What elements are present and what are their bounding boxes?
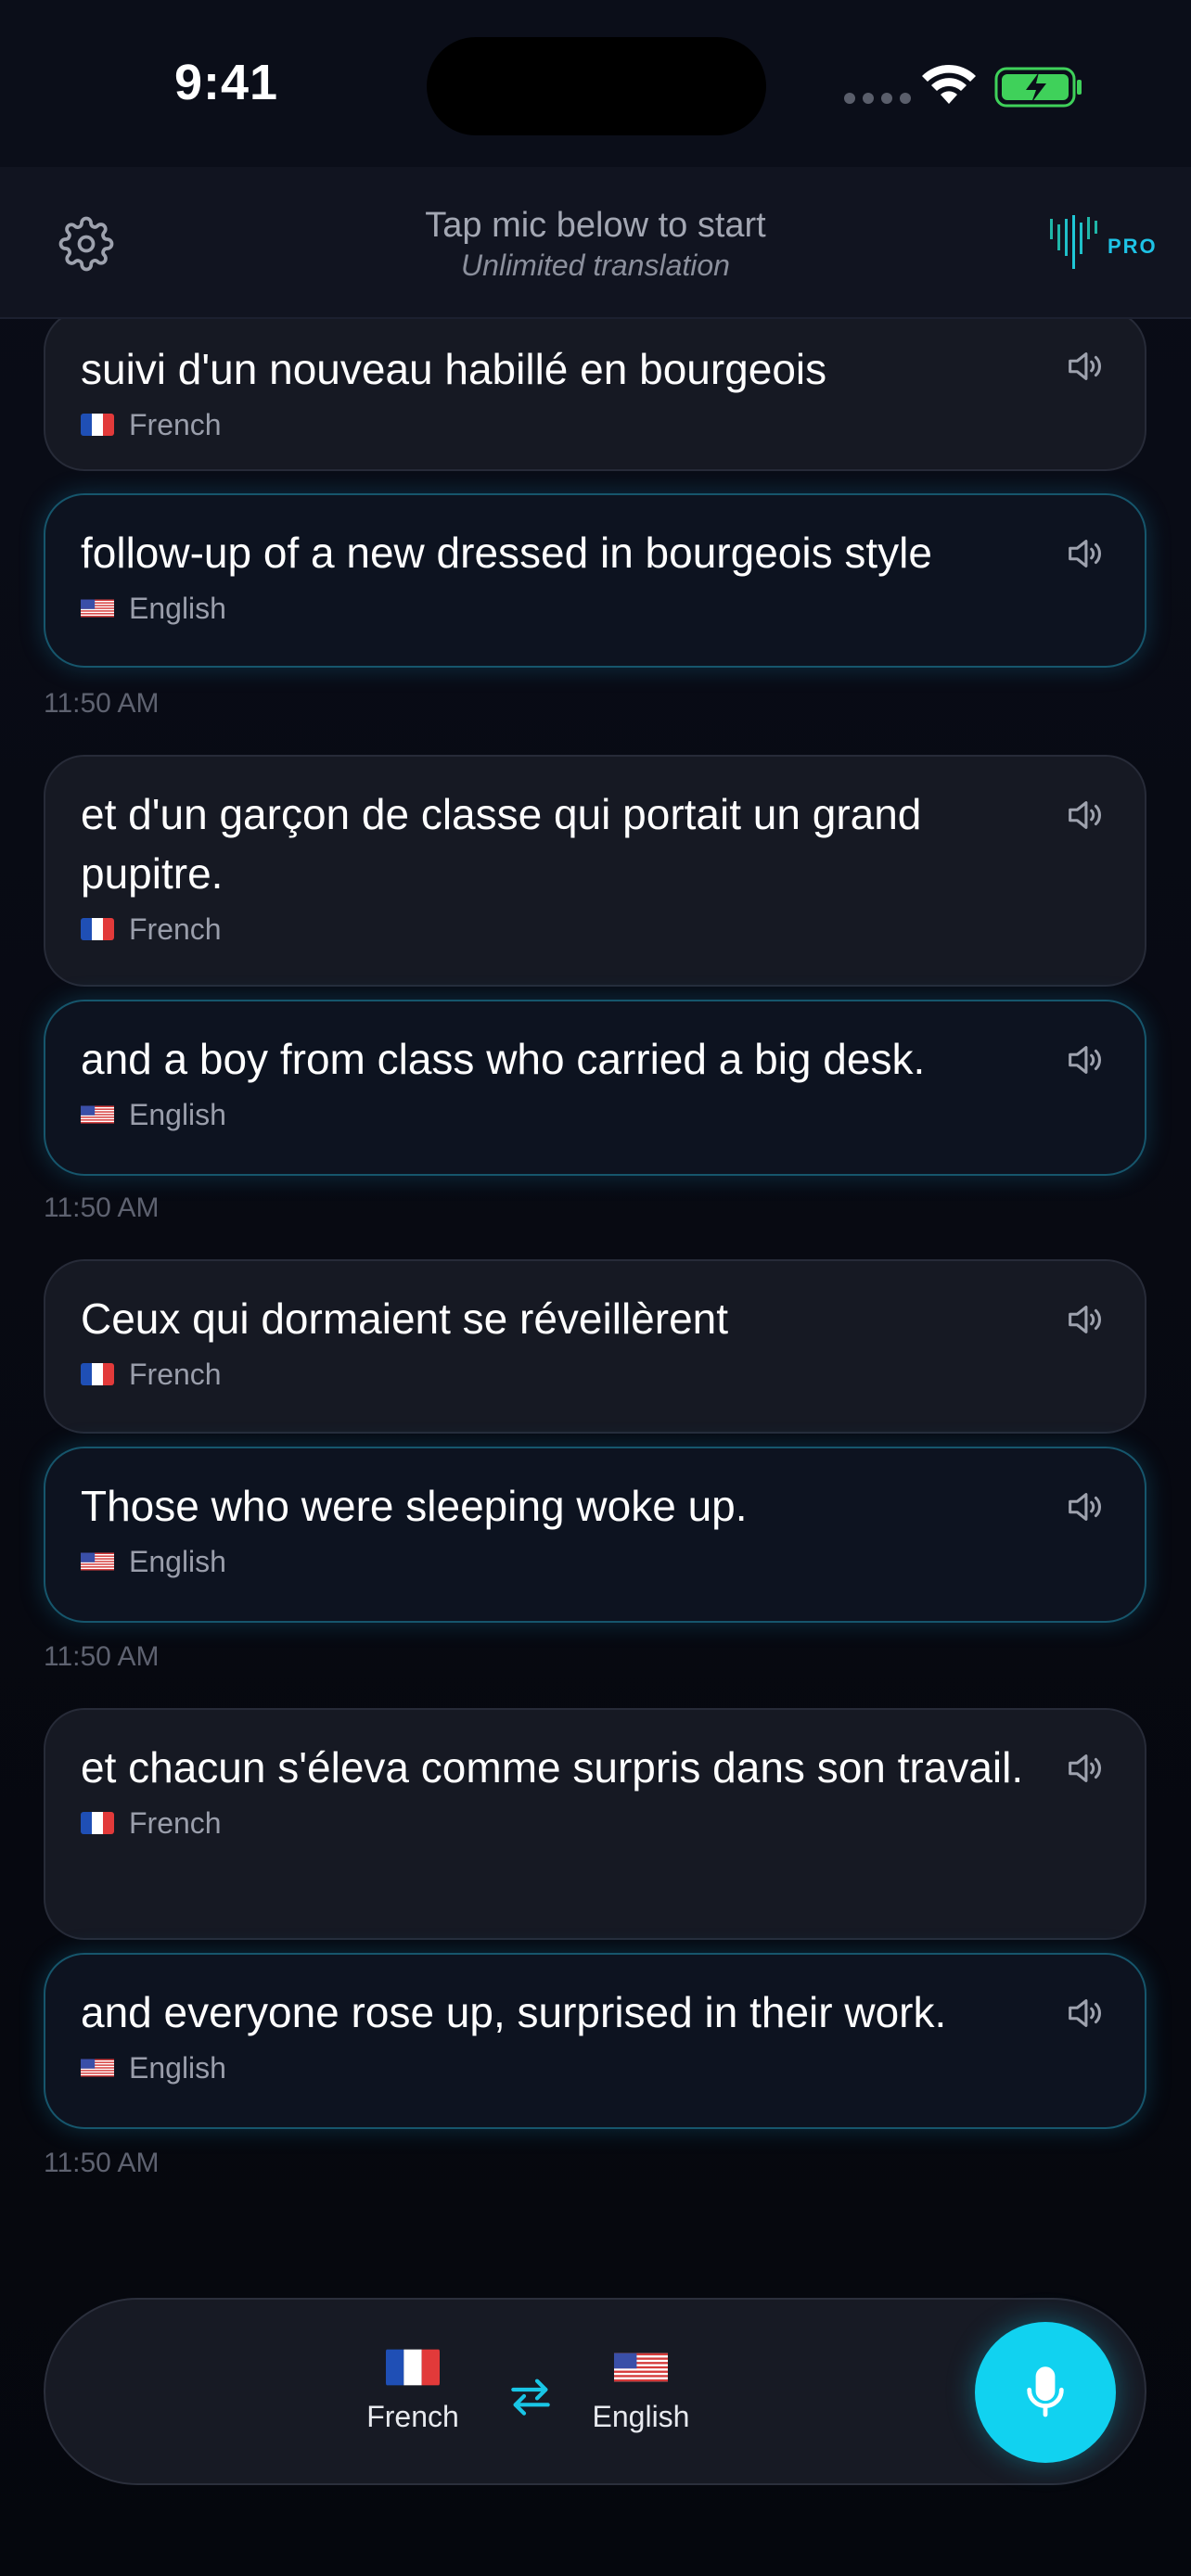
translation-message-text: follow-up of a new dressed in bourgeois …: [81, 529, 932, 577]
translation-message-text: and a boy from class who carried a big d…: [81, 1035, 926, 1083]
target-language-label: English: [129, 2051, 226, 2085]
message-timestamp: 11:50 AM: [44, 1641, 160, 1672]
target-language-tag: English: [81, 1096, 1033, 1133]
header-hint: Tap mic below to start Unlimited transla…: [271, 204, 920, 284]
swap-arrows-icon[interactable]: [505, 2370, 557, 2422]
source-message-bubble[interactable]: Ceux qui dormaient se réveillèrent Frenc…: [44, 1259, 1146, 1434]
source-language-tag: French: [81, 406, 1033, 443]
target-language-label: English: [129, 1545, 226, 1578]
translation-message-text: Those who were sleeping woke up.: [81, 1482, 748, 1530]
source-language-picker[interactable]: French: [334, 2348, 492, 2434]
target-language-picker[interactable]: English: [562, 2348, 720, 2434]
speaker-icon[interactable]: [1063, 1039, 1106, 1081]
microphone-button[interactable]: [975, 2322, 1116, 2463]
source-message-bubble[interactable]: suivi d'un nouveau habillé en bourgeois …: [44, 319, 1146, 471]
status-time: 9:41: [174, 55, 279, 110]
translation-message-bubble[interactable]: follow-up of a new dressed in bourgeois …: [44, 493, 1146, 668]
source-message-text: et d'un garçon de classe qui portait un …: [81, 790, 922, 898]
target-language-label: English: [129, 1098, 226, 1131]
source-message-bubble[interactable]: et d'un garçon de classe qui portait un …: [44, 755, 1146, 987]
target-language-name: English: [592, 2400, 690, 2433]
source-language-name: French: [366, 2400, 459, 2433]
france-flag-icon: [81, 1812, 114, 1834]
pro-label: PRO: [1108, 235, 1158, 258]
speaker-icon[interactable]: [1063, 532, 1106, 575]
source-message-text: et chacun s'éleva comme surpris dans son…: [81, 1743, 1024, 1792]
france-flag-icon: [386, 2349, 440, 2386]
target-language-tag: English: [81, 1543, 1033, 1580]
pro-logo-icon: [1050, 215, 1097, 269]
source-message-bubble[interactable]: et chacun s'éleva comme surpris dans son…: [44, 1708, 1146, 1940]
speaker-icon[interactable]: [1063, 1298, 1106, 1341]
source-language-label: French: [129, 1806, 222, 1840]
translation-message-bubble[interactable]: and a boy from class who carried a big d…: [44, 1000, 1146, 1176]
source-language-tag: French: [81, 1356, 1033, 1393]
microphone-icon: [1027, 2366, 1064, 2417]
target-language-tag: English: [81, 590, 1033, 627]
target-language-label: English: [129, 592, 226, 625]
cellular-signal-icon: [844, 93, 911, 104]
pro-badge[interactable]: PRO: [1048, 210, 1158, 274]
speaker-icon[interactable]: [1063, 1486, 1106, 1528]
source-language-tag: French: [81, 911, 1033, 948]
source-language-label: French: [129, 1358, 222, 1391]
settings-button[interactable]: [56, 213, 117, 274]
app-screen: 9:41 Tap mic below to start Unlimited tr: [0, 0, 1191, 2576]
source-message-text: suivi d'un nouveau habillé en bourgeois: [81, 345, 827, 393]
source-language-label: French: [129, 912, 222, 946]
usa-flag-icon: [614, 2353, 668, 2382]
france-flag-icon: [81, 918, 114, 940]
translation-message-bubble[interactable]: Those who were sleeping woke up. English: [44, 1447, 1146, 1623]
usa-flag-icon: [81, 599, 114, 618]
header-subtitle: Unlimited translation: [461, 249, 730, 282]
message-timestamp: 11:50 AM: [44, 2148, 160, 2178]
source-language-tag: French: [81, 1804, 1033, 1842]
france-flag-icon: [81, 1363, 114, 1385]
speaker-icon[interactable]: [1063, 1747, 1106, 1790]
speaker-icon[interactable]: [1063, 794, 1106, 836]
usa-flag-icon: [81, 1552, 114, 1571]
source-language-label: French: [129, 408, 222, 441]
battery-charging-icon: [994, 67, 1082, 108]
translation-message-text: and everyone rose up, surprised in their…: [81, 1988, 947, 2036]
target-language-tag: English: [81, 2049, 1033, 2086]
speaker-icon[interactable]: [1063, 345, 1106, 388]
usa-flag-icon: [81, 1105, 114, 1124]
status-bar: 9:41: [0, 0, 1191, 167]
wifi-icon: [922, 64, 976, 104]
dynamic-island: [427, 37, 766, 135]
gear-icon: [58, 216, 114, 272]
message-timestamp: 11:50 AM: [44, 1192, 160, 1223]
message-timestamp: 11:50 AM: [44, 688, 160, 719]
conversation-list[interactable]: suivi d'un nouveau habillé en bourgeois …: [0, 319, 1191, 2266]
bottom-control-bar: French English: [44, 2298, 1146, 2485]
speaker-icon[interactable]: [1063, 1992, 1106, 2034]
france-flag-icon: [81, 414, 114, 436]
source-message-text: Ceux qui dormaient se réveillèrent: [81, 1294, 729, 1343]
translation-message-bubble[interactable]: and everyone rose up, surprised in their…: [44, 1953, 1146, 2129]
usa-flag-icon: [81, 2059, 114, 2077]
app-header: Tap mic below to start Unlimited transla…: [0, 167, 1191, 319]
header-title: Tap mic below to start: [425, 206, 766, 245]
